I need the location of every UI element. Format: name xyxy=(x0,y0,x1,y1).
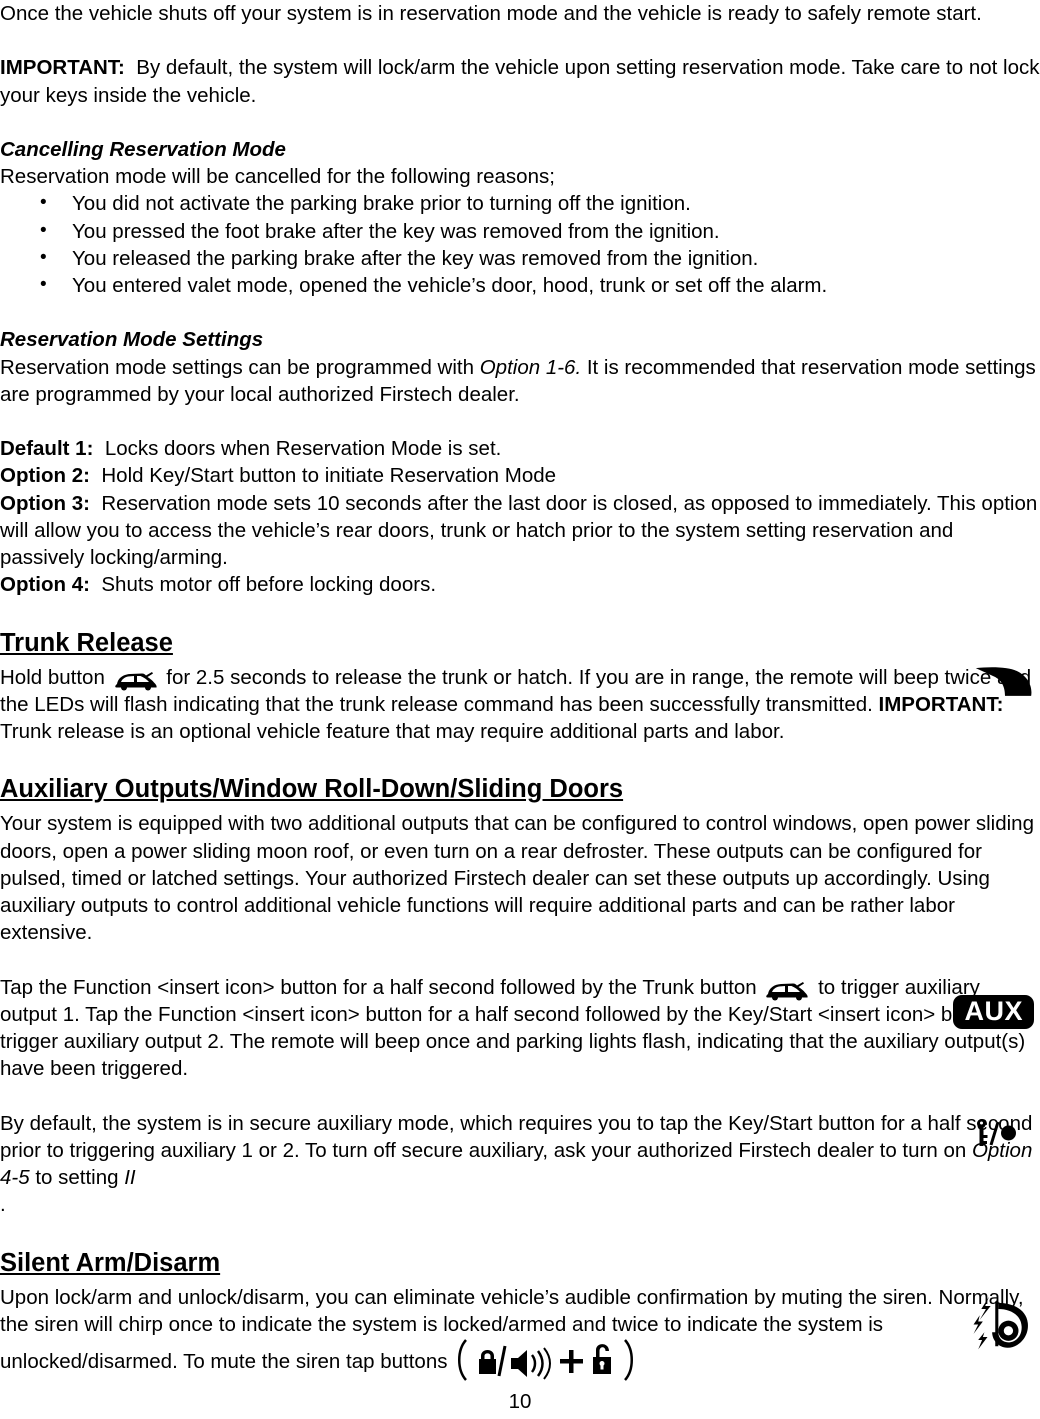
key-start-icon xyxy=(974,1118,1018,1148)
option-label: Option 2: xyxy=(0,464,90,488)
list-item: You released the parking brake after the… xyxy=(0,244,1040,272)
option-label: Default 1: xyxy=(0,437,94,461)
option-text: Locks doors when Reservation Mode is set… xyxy=(104,437,502,461)
option-text: Hold Key/Start button to initiate Reserv… xyxy=(101,464,557,488)
trunk-hatch-icon-large-wrapper xyxy=(974,662,1036,702)
auxiliary-paragraph-3-part1: By default, the system is in secure auxi… xyxy=(0,1111,881,1135)
trunk-release-text-part1: Hold button xyxy=(0,665,111,689)
list-item: You pressed the foot brake after the key… xyxy=(0,217,1040,245)
silent-arm-paragraph: Upon lock/arm and unlock/disarm, you can… xyxy=(0,1284,1040,1382)
list-item: You entered valet mode, opened the vehic… xyxy=(0,271,1040,299)
trunk-hatch-icon xyxy=(113,669,159,691)
lock-sound-plus-unlock-icon xyxy=(453,1338,643,1382)
option-entry: Option 2: Hold Key/Start button to initi… xyxy=(0,462,1040,489)
key-start-icon-wrapper xyxy=(974,1118,1018,1148)
auxiliary-paragraph-2-part1: Tap the Function <insert icon> button fo… xyxy=(0,975,763,999)
auxiliary-paragraph-1: Your system is equipped with two additio… xyxy=(0,812,1034,945)
heading-silent-arm-disarm: Silent Arm/Disarm xyxy=(0,1248,221,1277)
settings-intro-part1: Reservation mode settings can be program… xyxy=(0,355,480,379)
aux-badge-wrapper: AUX xyxy=(953,995,1034,1030)
option-entry: Option 3: Reservation mode sets 10 secon… xyxy=(0,490,1040,572)
important-text: By default, the system will lock/arm the… xyxy=(0,56,1040,107)
heading-cancelling-reservation-mode: Cancelling Reservation Mode xyxy=(0,137,286,161)
auxiliary-paragraph-3: By default, the system is in secure auxi… xyxy=(0,1110,1040,1192)
option-label: Option 4: xyxy=(0,573,90,597)
siren-muted-icon-wrapper xyxy=(972,1292,1034,1354)
trunk-hatch-icon-large xyxy=(974,662,1036,702)
page-number: 10 xyxy=(508,1390,532,1413)
option-entry: Default 1: Locks doors when Reservation … xyxy=(0,435,1040,462)
aux-badge: AUX xyxy=(953,995,1034,1030)
list-item: You did not activate the parking brake p… xyxy=(0,189,1040,217)
trunk-release-text-part3: Trunk release is an optional vehicle fea… xyxy=(0,720,785,743)
heading-auxiliary-outputs: Auxiliary Outputs/Window Roll-Down/Slidi… xyxy=(0,775,624,804)
settings-intro-paragraph: Reservation mode settings can be program… xyxy=(0,354,1040,408)
option-entry: Option 4: Shuts motor off before locking… xyxy=(0,571,1040,598)
important-notice-paragraph: IMPORTANT: By default, the system will l… xyxy=(0,54,1040,108)
heading-trunk-release: Trunk Release xyxy=(0,628,173,657)
trunk-release-paragraph: Hold button for 2.5 seconds to release t… xyxy=(0,664,1040,746)
auxiliary-paragraph-3-part3: to setting xyxy=(29,1166,125,1189)
trunk-hatch-icon xyxy=(764,979,810,1001)
heading-silent-arm-disarm-wrap: Silent Arm/Disarm xyxy=(0,1246,1040,1284)
intro-paragraph: Once the vehicle shuts off your system i… xyxy=(0,2,982,25)
option-text: Reservation mode sets 10 seconds after t… xyxy=(0,491,1038,569)
heading-trunk-release-wrap: Trunk Release xyxy=(0,626,1040,664)
settings-option-reference: Option 1-6. xyxy=(479,355,582,379)
option-label: Option 3: xyxy=(0,491,90,515)
auxiliary-paragraph-2: Tap the Function <insert icon> button fo… xyxy=(0,974,1040,1083)
cancelling-reasons-list: You did not activate the parking brake p… xyxy=(0,189,1040,299)
option-text: Shuts motor off before locking doors. xyxy=(101,573,437,597)
cancelling-lead-in: Reservation mode will be cancelled for t… xyxy=(0,165,555,189)
stray-period-line: . xyxy=(0,1193,6,1217)
important-label: IMPORTANT: xyxy=(0,56,125,80)
siren-muted-icon xyxy=(972,1292,1034,1354)
heading-auxiliary-outputs-wrap: Auxiliary Outputs/Window Roll-Down/Slidi… xyxy=(0,772,1040,810)
auxiliary-setting-value: II xyxy=(124,1166,136,1189)
document-page: Once the vehicle shuts off your system i… xyxy=(0,0,1040,1419)
heading-reservation-mode-settings: Reservation Mode Settings xyxy=(0,328,264,352)
